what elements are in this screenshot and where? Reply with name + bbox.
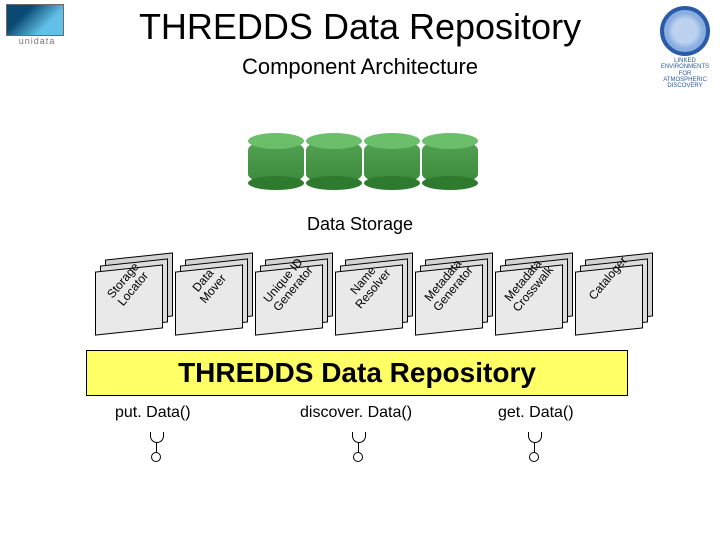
port-icon (150, 432, 162, 458)
module-unique-id-generator: Unique ID Generator (255, 256, 329, 332)
module-cataloger: Cataloger (575, 256, 649, 332)
port-icon (352, 432, 364, 458)
repository-bar: THREDDS Data Repository (86, 350, 628, 396)
page-title: THREDDS Data Repository (0, 6, 720, 48)
module-data-mover: Data Mover (175, 256, 249, 332)
method-discover-data: discover. Data() (300, 404, 412, 422)
storage-cylinders (248, 140, 478, 202)
module-metadata-crosswalk: Metadata Crosswalk (495, 256, 569, 332)
page-subtitle: Component Architecture (0, 54, 720, 80)
port-icon (528, 432, 540, 458)
module-name-resolver: Name Resolver (335, 256, 409, 332)
module-row: Storage Locator Data Mover Unique ID Gen… (95, 256, 655, 346)
cylinder-icon (364, 140, 420, 184)
method-get-data: get. Data() (498, 404, 574, 422)
module-storage-locator: Storage Locator (95, 256, 169, 332)
cylinder-icon (306, 140, 362, 184)
method-put-data: put. Data() (115, 404, 191, 422)
cylinder-icon (248, 140, 304, 184)
cylinder-icon (422, 140, 478, 184)
module-metadata-generator: Metadata Generator (415, 256, 489, 332)
storage-label: Data Storage (0, 214, 720, 235)
slide: unidata LINKED ENVIRONMENTS FOR ATMOSPHE… (0, 0, 720, 540)
